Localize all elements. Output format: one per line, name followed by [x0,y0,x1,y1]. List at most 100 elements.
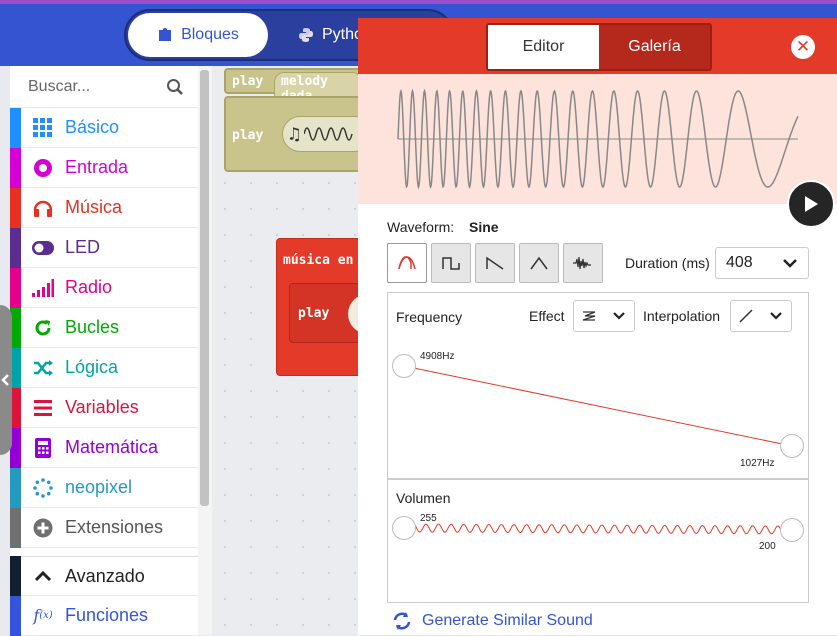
category-label: Música [65,197,123,217]
category-label: neopixel [65,477,133,497]
category-bucles[interactable]: Bucles [10,307,198,348]
signal-bars-icon [31,276,55,300]
generate-similar-sound-button[interactable]: Generate Similar Sound [392,611,593,631]
category-color-bar [10,107,21,148]
category-color-bar [10,147,21,188]
category-label: Matemática [65,437,159,457]
category-color-bar [10,467,21,508]
sound-editor-panel: Editor Galería ✕ Waveform: Sine Duration… [358,18,837,635]
noise-wave-icon [573,256,591,270]
play-sound-button[interactable] [787,180,835,228]
refresh-icon [393,612,411,630]
close-icon[interactable]: ✕ [791,35,815,59]
editor-tabs: Editor Galería [486,23,712,71]
calculator-icon [31,436,55,460]
header-accent-line [0,0,837,4]
frequency-curve [403,365,793,447]
python-icon [299,28,313,42]
dots-circle-icon [31,476,55,500]
search-icon[interactable] [166,78,184,96]
waveform-triangle-button[interactable] [519,243,559,283]
blocks-workspace[interactable]: play melody dada play ♫ música en play [212,66,388,635]
category-label: Lógica [65,357,119,377]
triangle-wave-icon [530,256,548,270]
waveform-value: Sine [469,219,499,235]
volume-end-value: 200 [759,541,776,552]
category-radio[interactable]: Radio [10,267,198,308]
tab-gallery[interactable]: Galería [599,25,710,69]
toolbox: Básico Entrada Música LED Radio Bucles [10,66,198,636]
category-funciones[interactable]: f (x) Funciones [10,595,198,636]
category-color-bar [10,507,21,548]
shuffle-icon [31,356,55,380]
toolbox-search [10,66,198,108]
category-label: Avanzado [65,565,145,586]
play-keyword: play [232,74,264,89]
category-label: Básico [65,117,120,137]
waveform-sawtooth-button[interactable] [475,243,515,283]
category-avanzado[interactable]: Avanzado [10,556,198,596]
chevron-left-icon [1,374,9,386]
waveform-label: Waveform: [387,219,455,235]
category-label: Bucles [65,317,120,337]
duration-value: 408 [726,254,753,271]
category-label: Radio [65,277,113,297]
toggle-icon [31,236,55,260]
category-color-bar [10,267,21,308]
category-label: Extensiones [65,517,164,537]
category-variables[interactable]: Variables [10,387,198,428]
sound-play-block[interactable]: play ♫ [224,96,372,172]
toolbox-scrollbar-thumb[interactable] [200,70,209,506]
lines-icon [31,396,55,420]
category-basico[interactable]: Básico [10,107,198,148]
music-on-event-block[interactable]: música en play [276,238,388,376]
blocks-mode-label: Bloques [181,26,239,43]
square-wave-icon [442,257,460,270]
category-color-bar [10,595,21,636]
duration-select[interactable]: 408 [715,247,809,279]
blocks-mode-button[interactable]: Bloques [128,13,268,57]
frequency-start-handle[interactable] [392,354,416,378]
waveform-preview [358,74,837,204]
category-label: LED [65,237,101,257]
frequency-end-value: 1027Hz [740,458,775,469]
grid-icon [31,116,55,140]
sawtooth-wave-icon [486,256,504,270]
category-extensiones[interactable]: Extensiones [10,507,198,548]
chevron-down-icon [783,259,797,268]
collapse-toolbox-tab[interactable] [0,305,12,455]
tab-editor[interactable]: Editor [488,25,599,69]
volume-section: Volumen 255 200 [387,479,809,603]
category-entrada[interactable]: Entrada [10,147,198,188]
frequency-start-value: 4908Hz [420,351,455,362]
sound-editor-header: Editor Galería ✕ [358,18,837,74]
waveform-square-button[interactable] [431,243,471,283]
fx-icon: f (x) [33,606,53,625]
headphones-icon [31,196,55,220]
waveform-noise-button[interactable] [563,243,603,283]
chevron-up-icon [31,564,55,588]
category-logica[interactable]: Lógica [10,347,198,388]
volume-start-value: 255 [420,513,437,524]
block-title: música en [283,253,354,268]
waveform-sine-button[interactable] [387,243,427,283]
category-label: Funciones [65,605,149,625]
category-matematica[interactable]: Matemática [10,427,198,468]
play-keyword: play [232,128,264,143]
frequency-section: Frequency Effect Interpolation 4908Hz 10… [387,292,809,479]
category-neopixel[interactable]: neopixel [10,467,198,508]
sine-wave-icon [398,256,416,270]
inner-play-block[interactable]: play [289,283,388,343]
target-icon [31,156,55,180]
category-label: Variables [65,397,139,417]
category-musica[interactable]: Música [10,187,198,228]
frequency-end-handle[interactable] [780,434,804,458]
category-label: Entrada [65,157,129,177]
volume-start-handle[interactable] [392,516,416,540]
category-led[interactable]: LED [10,227,198,268]
refresh-icon [31,316,55,340]
search-input[interactable] [26,76,156,97]
melody-play-block[interactable]: play melody dada [224,68,364,106]
volume-end-handle[interactable] [780,518,804,542]
python-mode-label: Pytho [322,26,363,43]
